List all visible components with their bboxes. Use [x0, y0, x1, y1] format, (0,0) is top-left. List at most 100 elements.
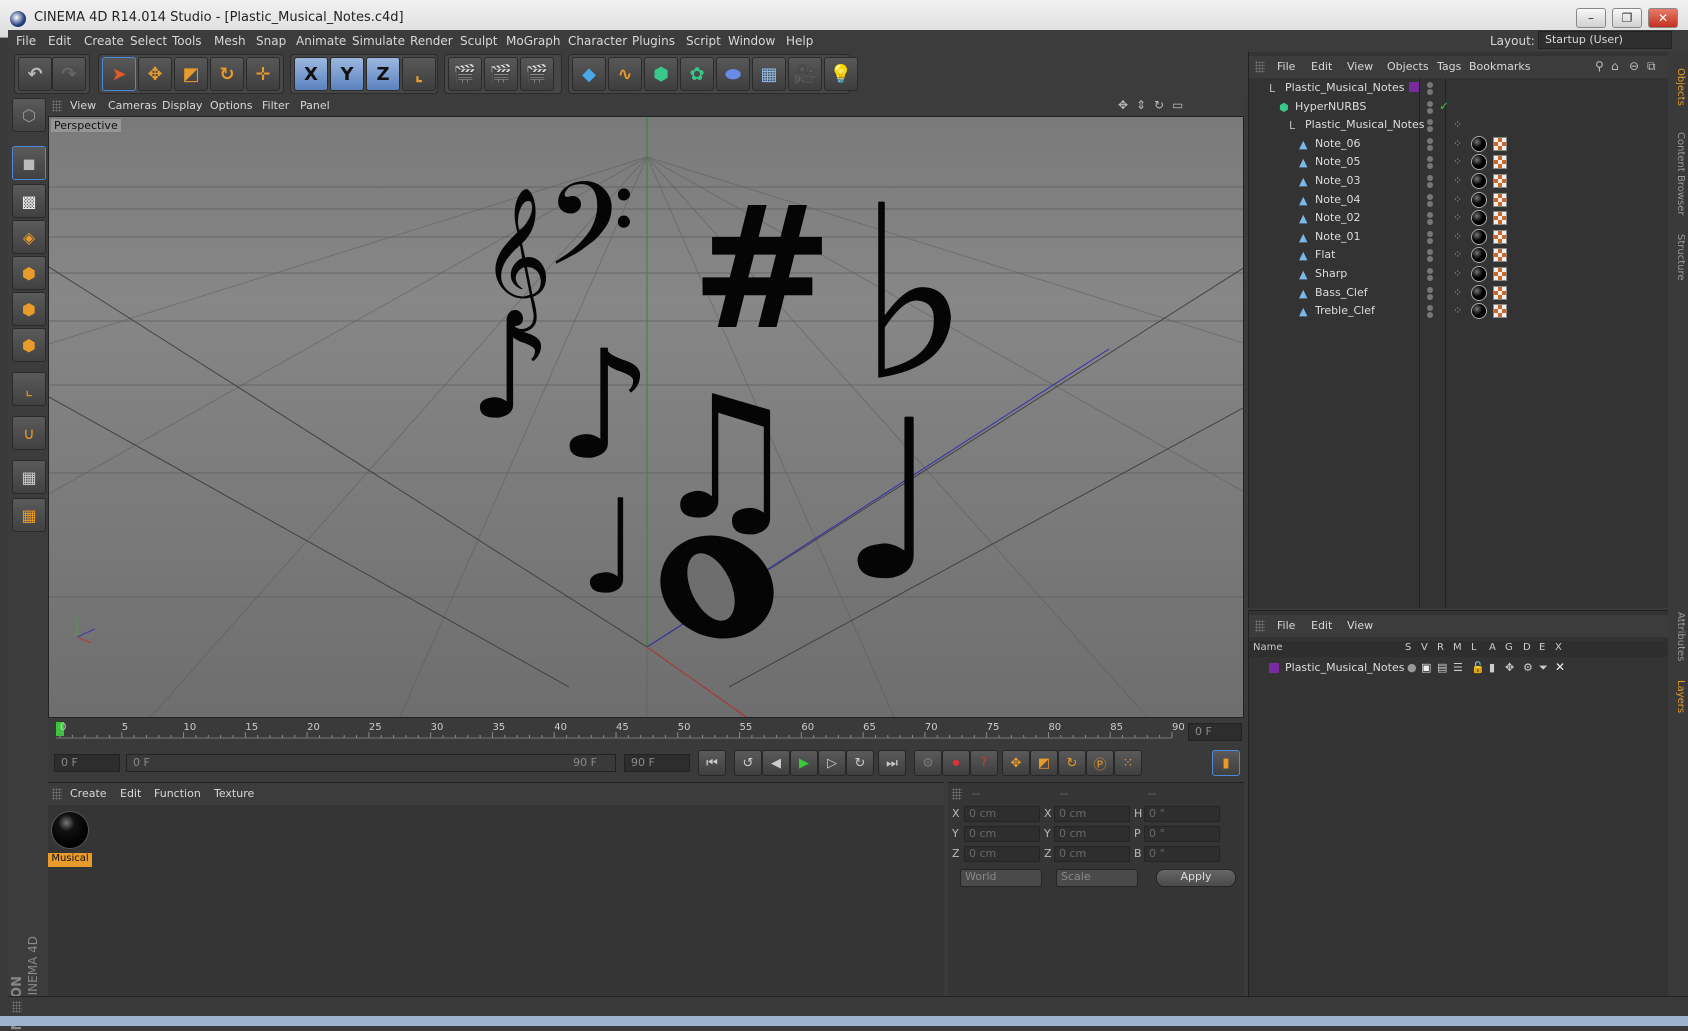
menu-character[interactable]: Character [568, 34, 627, 48]
keyframe-selection-icon[interactable]: ? [970, 750, 998, 776]
phong-tag-icon[interactable]: ⁘ [1453, 304, 1462, 317]
uvw-tag-icon[interactable] [1493, 174, 1507, 188]
menu-create[interactable]: Create [84, 34, 124, 48]
uvw-tag-icon[interactable] [1493, 304, 1507, 319]
restore-button[interactable]: ❐ [1612, 8, 1642, 28]
editor-visibility-dot[interactable] [1427, 82, 1433, 88]
tab-attributes[interactable]: Attributes [1670, 612, 1686, 661]
object-name[interactable]: Note_02 [1315, 211, 1361, 224]
menu-plugins[interactable]: Plugins [632, 34, 675, 48]
object-name[interactable]: Note_05 [1315, 155, 1361, 168]
object-name[interactable]: Treble_Clef [1315, 304, 1375, 317]
object-name[interactable]: Note_01 [1315, 230, 1361, 243]
coord-size-x-field[interactable]: 0 cm [1054, 806, 1130, 822]
phong-tag-icon[interactable]: ⁘ [1453, 230, 1462, 243]
play-icon[interactable]: ▶ [790, 750, 818, 776]
workplane-lock-icon[interactable]: ▦ [12, 460, 46, 494]
object-row[interactable]: ▲ Note_05 ⁘ [1249, 152, 1669, 172]
material-menu-create[interactable]: Create [70, 787, 107, 800]
minimize-button[interactable]: – [1576, 8, 1606, 28]
phong-tag-icon[interactable]: ⁘ [1453, 286, 1462, 299]
viewport-move-icon[interactable]: ✥ [1118, 98, 1128, 112]
render-visibility-dot[interactable] [1427, 182, 1433, 188]
3d-viewport[interactable]: 𝄞 𝄢 # ♭ ♪ ♪ ♫ ♩ ♩ Perspective [48, 116, 1244, 718]
material-menu-texture[interactable]: Texture [214, 787, 254, 800]
editor-visibility-dot[interactable] [1427, 305, 1433, 312]
panel-grip-icon[interactable] [52, 100, 62, 112]
viewport-menu-view[interactable]: View [70, 99, 96, 112]
uvw-tag-icon[interactable] [1493, 155, 1507, 170]
material-tag-icon[interactable] [1471, 266, 1487, 282]
object-name[interactable]: Note_03 [1315, 174, 1361, 187]
menu-mesh[interactable]: Mesh [214, 34, 246, 48]
home-icon[interactable]: ⌂ [1611, 59, 1619, 73]
next-key-icon[interactable]: ↻ [846, 750, 874, 776]
phong-tag-icon[interactable]: ⁘ [1453, 211, 1462, 224]
start-frame-field[interactable]: 0 F [54, 754, 120, 772]
coord-pos-y-field[interactable]: 0 cm [964, 826, 1040, 842]
tab-content-browser[interactable]: Content Browser [1670, 132, 1686, 215]
object-row[interactable]: ▲ Treble_Clef ⁘ [1249, 301, 1669, 321]
object-menu-tags[interactable]: Tags [1437, 60, 1461, 73]
editor-visibility-dot[interactable] [1427, 137, 1433, 144]
rotate-tool-icon[interactable]: ↻ [210, 57, 244, 91]
uvw-tag-icon[interactable] [1493, 192, 1507, 207]
uvw-tag-icon[interactable] [1493, 267, 1507, 281]
editor-visibility-dot[interactable] [1427, 175, 1433, 181]
render-settings-icon[interactable]: 🎬 [520, 57, 554, 91]
render-visibility-dot[interactable] [1427, 89, 1433, 95]
collapse-icon[interactable]: ⊖ [1629, 59, 1639, 73]
object-name[interactable]: Bass_Clef [1315, 286, 1368, 299]
workplane-mode-icon[interactable]: ◈ [12, 220, 46, 254]
layer-lock-icon[interactable]: 🔓 [1471, 661, 1485, 674]
menu-edit[interactable]: Edit [48, 34, 71, 48]
panel-grip-icon[interactable] [1255, 61, 1265, 73]
deformer-icon[interactable]: ⬬ [716, 57, 750, 91]
key-rotation-icon[interactable]: ↻ [1058, 750, 1086, 776]
axis-mode-icon[interactable]: ⌞ [12, 372, 46, 406]
layer-manager-icon[interactable]: ☰ [1453, 661, 1463, 674]
object-name[interactable]: Flat [1315, 248, 1335, 261]
layer-col-locked[interactable]: L [1471, 642, 1477, 653]
object-row[interactable]: ▲ Bass_Clef ⁘ [1249, 283, 1669, 303]
menu-select[interactable]: Select [130, 34, 167, 48]
editor-visibility-dot[interactable] [1427, 119, 1433, 126]
layer-col-animation[interactable]: A [1489, 642, 1496, 653]
layer-deformer-icon[interactable]: ⚙ [1523, 661, 1533, 674]
object-row[interactable]: ▲ Note_01 ⁘ [1249, 227, 1669, 247]
menu-sculpt[interactable]: Sculpt [460, 34, 497, 48]
material-swatch[interactable]: Musical [48, 809, 92, 867]
render-visibility-dot[interactable] [1427, 275, 1433, 281]
coordinate-system-icon[interactable]: ⌞ [402, 57, 436, 91]
coord-mode-dropdown[interactable]: World [960, 869, 1042, 887]
next-frame-icon[interactable]: ▷ [818, 750, 846, 776]
array-icon[interactable]: ✿ [680, 57, 714, 91]
render-visibility-dot[interactable] [1427, 256, 1433, 263]
layer-menu-edit[interactable]: Edit [1311, 619, 1332, 632]
render-visibility-dot[interactable] [1427, 293, 1433, 300]
layer-col-render[interactable]: R [1437, 642, 1444, 653]
menu-mograph[interactable]: MoGraph [506, 34, 561, 48]
object-row[interactable]: ⬢ HyperNURBS ✓ [1249, 97, 1669, 117]
phong-tag-icon[interactable]: ⁘ [1453, 248, 1462, 261]
layer-col-solo[interactable]: S [1405, 642, 1411, 653]
tab-layers[interactable]: Layers [1670, 680, 1686, 713]
spline-icon[interactable]: ∿ [608, 57, 642, 91]
layer-solo-toggle[interactable]: ● [1407, 661, 1417, 674]
object-row[interactable]: ▲ Note_04 ⁘ [1249, 190, 1669, 210]
phong-tag-icon[interactable]: ⁘ [1453, 193, 1462, 206]
search-icon[interactable]: ⚲ [1595, 59, 1604, 73]
points-mode-icon[interactable]: ⬢ [12, 256, 46, 290]
layer-color-swatch[interactable] [1269, 663, 1279, 673]
coord-size-z-field[interactable]: 0 cm [1054, 846, 1130, 862]
uvw-tag-icon[interactable] [1493, 248, 1507, 263]
menu-script[interactable]: Script [686, 34, 721, 48]
layout-dropdown[interactable]: Startup (User) [1538, 31, 1672, 49]
object-row[interactable]: ▲ Note_03 ⁘ [1249, 171, 1669, 191]
render-visibility-dot[interactable] [1427, 107, 1433, 114]
z-axis-lock-button[interactable]: Z [366, 57, 400, 91]
material-tag-icon[interactable] [1471, 135, 1487, 152]
coord-scale-dropdown[interactable]: Scale [1056, 869, 1138, 887]
uvw-tag-icon[interactable] [1493, 285, 1507, 300]
material-tag-icon[interactable] [1471, 284, 1487, 301]
